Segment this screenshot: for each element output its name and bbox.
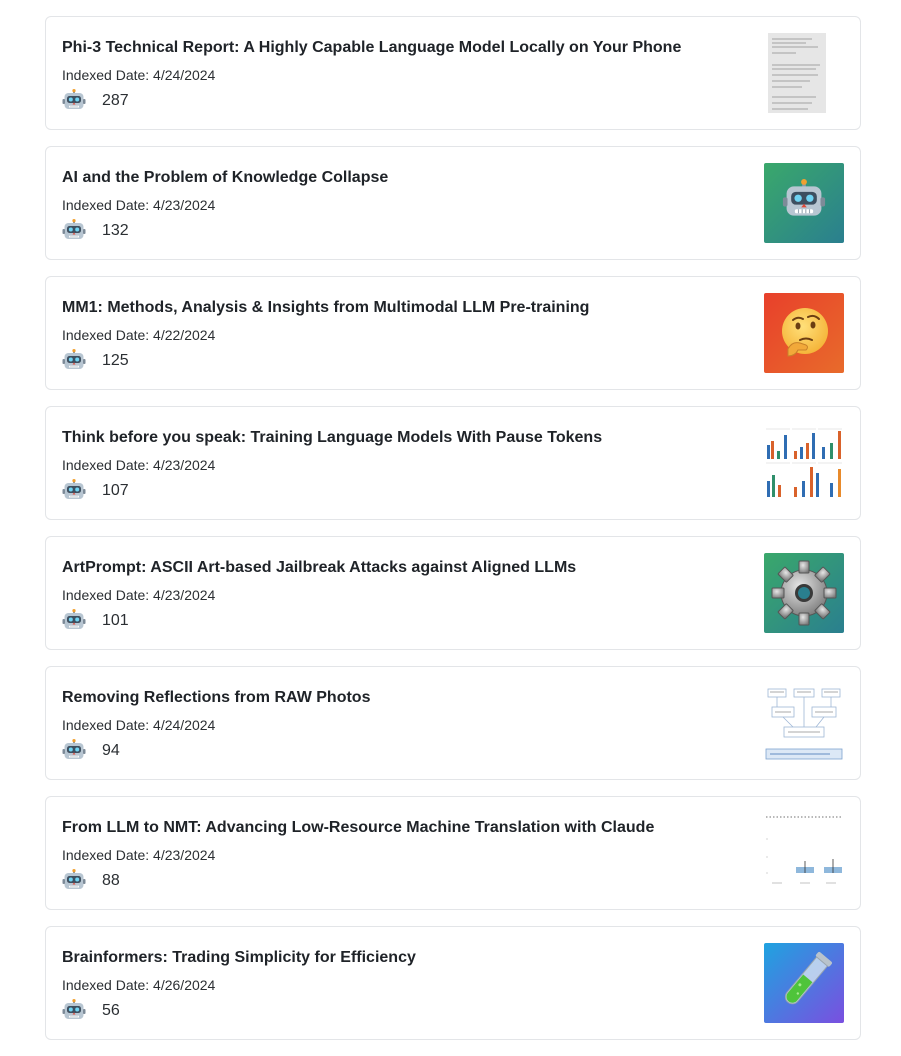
thinking-face-emoji-icon xyxy=(764,293,844,373)
count-value: 132 xyxy=(102,222,129,239)
paper-title[interactable]: AI and the Problem of Knowledge Collapse xyxy=(62,169,388,187)
paper-title[interactable]: Removing Reflections from RAW Photos xyxy=(62,689,370,707)
list-item[interactable]: AI and the Problem of Knowledge Collapse… xyxy=(45,146,861,260)
indexed-date: Indexed Date: 4/22/2024 xyxy=(62,327,216,343)
paper-stats: 132 xyxy=(62,219,129,243)
robot-icon xyxy=(62,609,86,633)
paper-stats: 287 xyxy=(62,89,129,113)
indexed-date: Indexed Date: 4/26/2024 xyxy=(62,977,216,993)
count-value: 287 xyxy=(102,92,129,109)
paper-list: Phi-3 Technical Report: A Highly Capable… xyxy=(45,16,861,1056)
paper-title[interactable]: Brainformers: Trading Simplicity for Eff… xyxy=(62,949,416,967)
paper-title[interactable]: MM1: Methods, Analysis & Insights from M… xyxy=(62,299,589,317)
paper-stats: 94 xyxy=(62,739,120,763)
paper-stats: 88 xyxy=(62,869,120,893)
indexed-date: Indexed Date: 4/23/2024 xyxy=(62,587,216,603)
paper-stats: 101 xyxy=(62,609,129,633)
robot-icon xyxy=(62,219,86,243)
robot-icon xyxy=(62,869,86,893)
paper-title[interactable]: From LLM to NMT: Advancing Low-Resource … xyxy=(62,819,654,837)
robot-icon xyxy=(62,89,86,113)
indexed-date: Indexed Date: 4/24/2024 xyxy=(62,67,216,83)
list-item[interactable]: Think before you speak: Training Languag… xyxy=(45,406,861,520)
robot-icon xyxy=(62,999,86,1023)
chart-thumbnail xyxy=(764,813,844,893)
robot-icon xyxy=(62,349,86,373)
count-value: 101 xyxy=(102,612,129,629)
count-value: 107 xyxy=(102,482,129,499)
count-value: 125 xyxy=(102,352,129,369)
count-value: 56 xyxy=(102,1002,120,1019)
robot-icon xyxy=(62,739,86,763)
document-page-thumbnail xyxy=(764,33,844,113)
list-item[interactable]: MM1: Methods, Analysis & Insights from M… xyxy=(45,276,861,390)
indexed-date: Indexed Date: 4/23/2024 xyxy=(62,197,216,213)
paper-title[interactable]: Think before you speak: Training Languag… xyxy=(62,429,602,447)
paper-stats: 125 xyxy=(62,349,129,373)
list-item[interactable]: Phi-3 Technical Report: A Highly Capable… xyxy=(45,16,861,130)
paper-title[interactable]: Phi-3 Technical Report: A Highly Capable… xyxy=(62,39,681,57)
list-item[interactable]: Brainformers: Trading Simplicity for Eff… xyxy=(45,926,861,1040)
count-value: 88 xyxy=(102,872,120,889)
robot-icon xyxy=(62,479,86,503)
count-value: 94 xyxy=(102,742,120,759)
list-item[interactable]: From LLM to NMT: Advancing Low-Resource … xyxy=(45,796,861,910)
indexed-date: Indexed Date: 4/24/2024 xyxy=(62,717,216,733)
paper-stats: 107 xyxy=(62,479,129,503)
indexed-date: Indexed Date: 4/23/2024 xyxy=(62,847,216,863)
bar-charts-thumbnail xyxy=(764,423,844,503)
gear-emoji-icon xyxy=(764,553,844,633)
paper-stats: 56 xyxy=(62,999,120,1023)
list-item[interactable]: Removing Reflections from RAW Photos Ind… xyxy=(45,666,861,780)
test-tube-emoji-icon xyxy=(764,943,844,1023)
robot-emoji-icon xyxy=(764,163,844,243)
indexed-date: Indexed Date: 4/23/2024 xyxy=(62,457,216,473)
paper-title[interactable]: ArtPrompt: ASCII Art-based Jailbreak Att… xyxy=(62,559,576,577)
diagram-thumbnail xyxy=(764,683,844,763)
list-item[interactable]: ArtPrompt: ASCII Art-based Jailbreak Att… xyxy=(45,536,861,650)
